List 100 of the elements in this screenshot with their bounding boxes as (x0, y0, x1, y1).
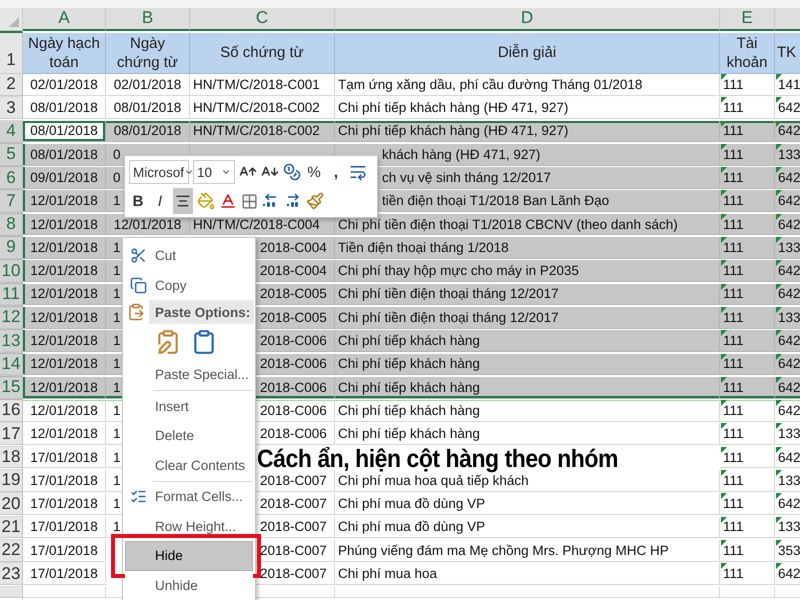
table-cell: 111 (720, 97, 775, 119)
table-cell: 133 (775, 144, 800, 166)
italic-button[interactable]: I (151, 188, 169, 214)
table-cell: 12/01/2018 (23, 306, 106, 329)
table-cell: 133 (775, 470, 800, 492)
row-header[interactable]: 19 (0, 470, 23, 492)
table-cell: HN/TM/C/2018-C002 (190, 120, 335, 142)
table-cell: 17/01/2018 (23, 446, 106, 468)
table-cell: 642 (775, 284, 800, 306)
row-header[interactable]: 23 (0, 563, 23, 585)
table-cell: 642 (775, 120, 800, 142)
table-cell: Chi phí tiền điện thoại tháng 12/2017 (335, 284, 720, 306)
row-header[interactable]: 16 (0, 400, 23, 422)
table-cell: 17/01/2018 (23, 470, 106, 492)
header-cell: Ngày hạch toán (23, 33, 106, 74)
table-cell: Chi phí tiền điện thoại tháng 12/2017 (335, 306, 720, 329)
table-cell: 12/01/2018 (23, 214, 106, 236)
table-cell: 111 (720, 306, 775, 329)
table-cell: 111 (720, 190, 775, 212)
row-header[interactable]: 3 (0, 97, 23, 119)
table-cell: 642 (775, 563, 800, 585)
table-cell: 02/01/2018 (23, 74, 106, 96)
table-cell: Chi phí thay hộp mực cho máy in P2035 (335, 260, 720, 282)
table-cell: 12/01/2018 (23, 354, 106, 376)
row-header[interactable]: 22 (0, 540, 23, 562)
table-cell: Chi phí tiếp khách hàng (335, 400, 720, 422)
row-header[interactable]: 7 (0, 190, 23, 212)
row-header[interactable]: 8 (0, 214, 23, 236)
table-cell: Chi phí tiếp khách hàng (HĐ 471, 927) (335, 97, 720, 119)
table-cell: Chi phí tiền điện thoại T1/2018 CBCNV (theo danh sách) (335, 214, 720, 236)
row-header[interactable]: 21 (0, 516, 23, 538)
row-header[interactable]: 10 (0, 260, 23, 282)
table-cell: Chi phí tiếp khách hàng (335, 354, 720, 376)
table-cell: khách hàng (HĐ 471, 927) (335, 144, 720, 166)
table-cell: 642 (775, 260, 800, 282)
row-header[interactable]: 15 (0, 376, 23, 398)
table-cell: 12/01/2018 (23, 237, 106, 259)
row-header[interactable]: 12 (0, 306, 23, 329)
table-cell: 09/01/2018 (23, 167, 106, 189)
row-header[interactable]: 13 (0, 330, 23, 352)
table-cell: 111 (720, 260, 775, 282)
table-cell: 642 (775, 214, 800, 236)
table-cell: 642 (775, 446, 800, 468)
row-header[interactable]: 6 (0, 167, 23, 189)
table-cell: 133 (775, 237, 800, 259)
table-cell: Chi phí tiếp khách hàng (335, 423, 720, 446)
row-header[interactable]: 20 (0, 493, 23, 515)
bold-button[interactable]: B (129, 188, 147, 214)
table-cell: 111 (720, 493, 775, 515)
table-cell: 111 (720, 74, 775, 96)
table-cell: Chi phí tiếp khách hàng (HĐ 471, 927) (335, 120, 720, 142)
table-cell: 08/01/2018 (23, 120, 106, 142)
column-header[interactable]: D (335, 8, 720, 30)
table-cell: 111 (720, 330, 775, 352)
header-cell: Số chứng từ (190, 33, 335, 74)
table-cell: HN/TM/C/2018-C002 (190, 97, 335, 119)
percent-button[interactable]: % (305, 159, 323, 185)
column-header[interactable]: A (23, 8, 106, 30)
font-size-field[interactable]: 10 (193, 160, 235, 184)
table-cell: 17/01/2018 (23, 493, 106, 515)
table-cell: 353 (775, 540, 800, 562)
font-name-field[interactable]: Microsof (129, 160, 189, 184)
column-header[interactable]: B (106, 8, 190, 30)
table-cell: 12/01/2018 (23, 423, 106, 446)
row-header[interactable]: 4 (0, 120, 23, 142)
table-cell: 642 (775, 97, 800, 119)
table-cell: 12/01/2018 (23, 376, 106, 398)
header-cell: TK (775, 33, 800, 74)
table-cell: Chi phí tiếp khách hàng (335, 376, 720, 398)
table-cell: 02/01/2018 (106, 74, 190, 96)
table-cell: 17/01/2018 (23, 563, 106, 585)
row-header[interactable]: 14 (0, 354, 23, 376)
table-cell: 133 (775, 516, 800, 538)
row-header[interactable]: 5 (0, 144, 23, 166)
table-cell: Chi phí mua hoa (335, 563, 720, 585)
table-cell: 111 (720, 284, 775, 306)
column-header[interactable]: E (720, 8, 775, 30)
table-cell: 08/01/2018 (106, 120, 190, 142)
table-cell: 111 (720, 423, 775, 446)
table-cell: Tiền điện thoại tháng 1/2018 (335, 237, 720, 259)
table-cell: 08/01/2018 (106, 97, 190, 119)
row-header[interactable]: 9 (0, 237, 23, 259)
header-cell: Ngày chứng từ (106, 33, 190, 74)
row-header[interactable]: 2 (0, 74, 23, 96)
table-cell: 642 (775, 167, 800, 189)
header-cell: Diễn giải (335, 33, 720, 74)
table-cell: 08/01/2018 (23, 144, 106, 166)
row-header[interactable]: 18 (0, 446, 23, 468)
table-cell: 642 (775, 400, 800, 422)
table-cell: 111 (720, 237, 775, 259)
table-cell: 12/01/2018 (23, 190, 106, 212)
table-cell: 111 (720, 516, 775, 538)
row-header[interactable]: 17 (0, 423, 23, 446)
row-header[interactable]: 11 (0, 284, 23, 306)
row-header[interactable]: 1 (0, 33, 23, 74)
table-cell: Chi phí mua đồ dùng VP (335, 516, 720, 538)
table-cell: 111 (720, 563, 775, 585)
table-cell: 133 (775, 306, 800, 329)
menu-item[interactable]: Hide (125, 541, 253, 570)
column-header[interactable]: C (190, 8, 335, 30)
